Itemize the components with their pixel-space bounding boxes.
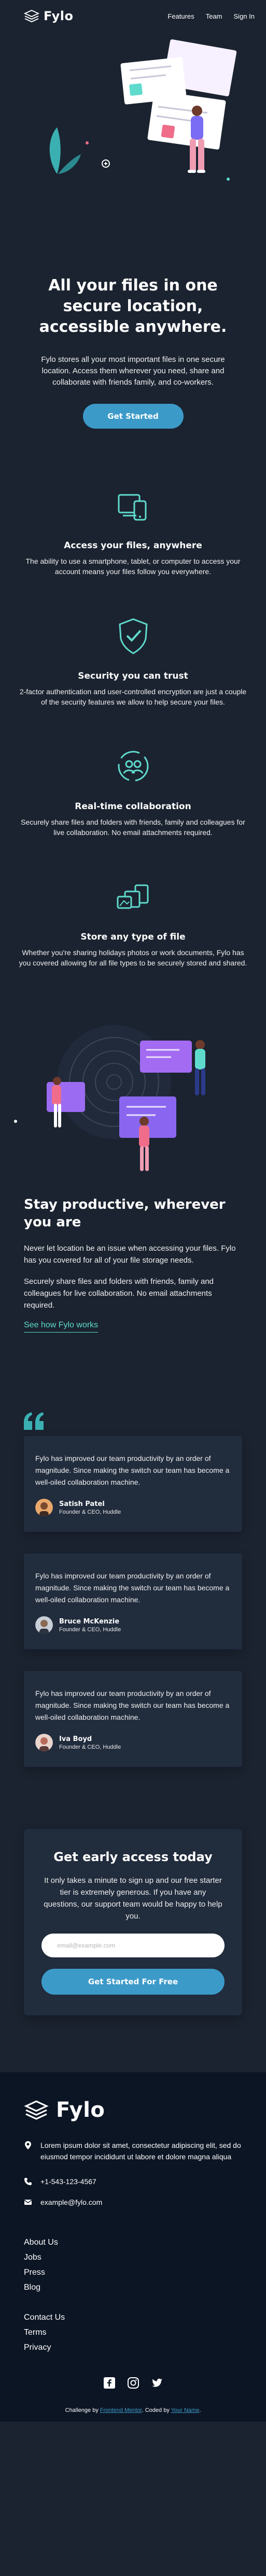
footer-link-privacy[interactable]: Privacy [24, 2343, 242, 2352]
get-started-button[interactable]: Get Started [82, 404, 184, 429]
person-role: Founder & CEO, Huddle [59, 1509, 121, 1515]
person-role: Founder & CEO, Huddle [59, 1626, 121, 1633]
testimonial-card: Fylo has improved our team productivity … [24, 1554, 242, 1649]
productive-section: Stay productive, wherever you are Never … [0, 1020, 266, 1333]
logo[interactable]: Fylo [24, 9, 73, 23]
testimonial-card: Fylo has improved our team productivity … [24, 1671, 242, 1767]
twitter-icon[interactable] [151, 2377, 163, 2389]
attribution-link-author[interactable]: Your Name [171, 2407, 200, 2413]
cta-text: It only takes a minute to sign up and ou… [44, 1876, 222, 1921]
early-access-card: Get early access today It only takes a m… [24, 1829, 242, 2015]
location-pin-icon [25, 2141, 31, 2149]
feature-title: Access your files, anywhere [64, 540, 202, 551]
footer-logo-text: Fylo [56, 2098, 105, 2122]
page: Fylo Features Team Sign In All your file… [0, 0, 266, 2422]
testimonial-text: Fylo has improved our team productivity … [35, 1572, 230, 1604]
avatar [35, 1499, 53, 1516]
productive-illustration-art [14, 1025, 205, 1171]
avatar [35, 1734, 53, 1751]
devices-icon [118, 494, 146, 521]
testimonial-text: Fylo has improved our team productivity … [35, 1689, 230, 1721]
testimonial-person: Bruce McKenzie Founder & CEO, Huddle [35, 1616, 232, 1634]
phone-text[interactable]: +1-543-123-4567 [40, 2176, 96, 2187]
nav-features[interactable]: Features [167, 12, 194, 20]
footer-link-contact[interactable]: Contact Us [24, 2313, 242, 2322]
testimonials-section: Fylo has improved our team productivity … [0, 1412, 266, 1767]
feature-text: The ability to use a smartphone, tablet,… [25, 557, 241, 576]
feature-title: Real-time collaboration [75, 801, 191, 812]
person-role: Founder & CEO, Huddle [59, 1744, 121, 1750]
feature-title: Store any type of file [80, 932, 186, 942]
facebook-icon[interactable] [103, 2377, 115, 2389]
footer-links-secondary: Contact Us Terms Privacy [24, 2313, 242, 2352]
feature-title: Security you can trust [78, 671, 188, 681]
testimonial-text: Fylo has improved our team productivity … [35, 1454, 230, 1486]
footer-logo[interactable]: Fylo [24, 2098, 242, 2122]
nav-sign-in[interactable]: Sign In [234, 12, 255, 20]
shield-check-icon [118, 618, 148, 654]
footer-links-primary: About Us Jobs Press Blog [24, 2238, 242, 2292]
feature-text: 2-factor authentication and user-control… [19, 687, 247, 706]
features-section: Access your files, anywhere The ability … [0, 479, 266, 968]
quote-icon [24, 1412, 44, 1430]
feature-text: Whether you're sharing holidays photos o… [19, 948, 247, 967]
footer-address: Lorem ipsum dolor sit amet, consectetur … [24, 2140, 242, 2162]
feature-collaboration: Real-time collaboration Securely share f… [0, 740, 266, 838]
feature-text: Securely share files and folders with fr… [21, 818, 245, 837]
productive-text-1: Never let location be an issue when acce… [24, 1244, 236, 1265]
person-name: Bruce McKenzie [59, 1617, 120, 1626]
person-name: Satish Patel [59, 1500, 105, 1508]
feature-store: Store any type of file Whether you're sh… [0, 871, 266, 968]
logo-icon [24, 9, 39, 23]
hero-title: All your files in one secure location, a… [39, 276, 227, 336]
attribution-suffix: . [199, 2407, 201, 2413]
hero-text: Fylo stores all your most important file… [41, 355, 225, 387]
site-header: Fylo Features Team Sign In [0, 0, 266, 32]
testimonial-card: Fylo has improved our team productivity … [24, 1436, 242, 1532]
attribution-middle: . Coded by [142, 2407, 170, 2413]
cta-title: Get early access today [53, 1850, 213, 1864]
get-started-free-button[interactable]: Get Started For Free [41, 1969, 225, 1995]
email-icon [24, 2200, 32, 2205]
main-nav: Features Team Sign In [167, 12, 255, 20]
footer-link-press[interactable]: Press [24, 2268, 242, 2277]
hero-illustration-art [49, 39, 237, 181]
email-field[interactable] [41, 1934, 225, 1957]
hero-section: All your files in one secure location, a… [0, 34, 266, 429]
footer-email: example@fylo.com [24, 2197, 242, 2208]
collaboration-icon [118, 751, 148, 782]
email-text[interactable]: example@fylo.com [40, 2197, 102, 2208]
attribution: Challenge by Frontend Mentor. Coded by Y… [24, 2389, 242, 2422]
person-name: Iva Boyd [59, 1735, 92, 1743]
footer-link-terms[interactable]: Terms [24, 2328, 242, 2337]
testimonial-person: Iva Boyd Founder & CEO, Huddle [35, 1734, 232, 1751]
footer-link-blog[interactable]: Blog [24, 2283, 242, 2292]
productive-text-2: Securely share files and folders with fr… [24, 1277, 214, 1310]
attribution-prefix: Challenge by [65, 2407, 99, 2413]
feature-security: Security you can trust 2-factor authenti… [0, 610, 266, 707]
footer-link-about[interactable]: About Us [24, 2238, 242, 2247]
testimonial-person: Satish Patel Founder & CEO, Huddle [35, 1499, 232, 1516]
address-text: Lorem ipsum dolor sit amet, consectetur … [40, 2141, 241, 2161]
social-links [24, 2377, 242, 2389]
attribution-link-frontend-mentor[interactable]: Frontend Mentor [100, 2407, 142, 2413]
avatar [35, 1616, 53, 1634]
logo-icon [24, 2100, 49, 2120]
hero-illustration [0, 34, 266, 200]
feature-access: Access your files, anywhere The ability … [0, 479, 266, 577]
instagram-icon[interactable] [127, 2377, 139, 2389]
nav-team[interactable]: Team [206, 12, 222, 20]
footer-link-jobs[interactable]: Jobs [24, 2253, 242, 2262]
productive-title: Stay productive, wherever you are [24, 1197, 226, 1230]
files-icon [117, 884, 148, 909]
productive-illustration [0, 1020, 266, 1175]
site-footer: Fylo Lorem ipsum dolor sit amet, consect… [0, 2072, 266, 2422]
see-how-link[interactable]: See how Fylo works [24, 1321, 99, 1333]
phone-icon [24, 2178, 32, 2185]
logo-text: Fylo [44, 9, 74, 23]
footer-phone: +1-543-123-4567 [24, 2176, 242, 2187]
